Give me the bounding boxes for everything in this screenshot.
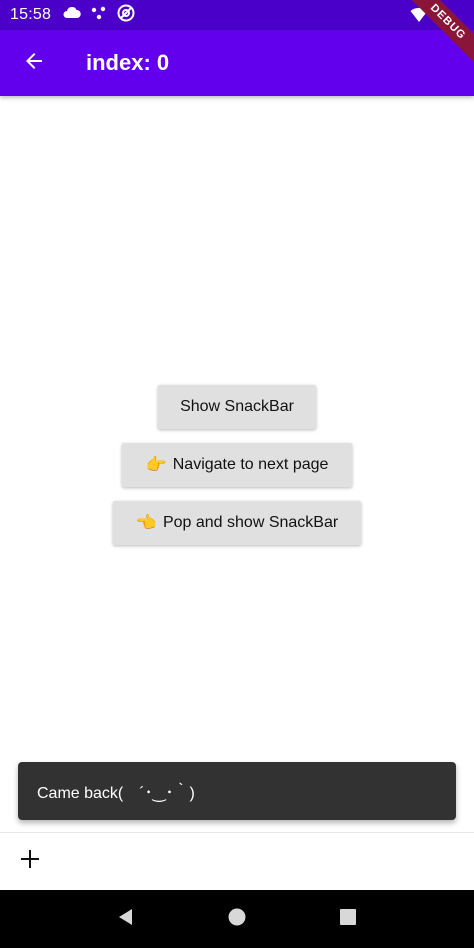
arrow-left-icon — [22, 49, 46, 78]
home-circle-icon — [228, 908, 246, 931]
page-title: index: 0 — [86, 50, 170, 75]
nav-home-button[interactable] — [217, 899, 257, 939]
add-button[interactable] — [14, 846, 46, 878]
pop-and-show-snackbar-button[interactable]: 👈 Pop and show SnackBar — [113, 501, 361, 545]
back-triangle-icon — [117, 908, 135, 931]
show-snackbar-label: Show SnackBar — [180, 398, 294, 415]
navigate-next-page-label: Navigate to next page — [172, 456, 329, 473]
app-bar: index: 0 — [0, 30, 474, 96]
show-snackbar-button[interactable]: Show SnackBar — [158, 385, 316, 429]
snackbar-message: Came back( ´･‿･｀) — [37, 785, 195, 802]
nav-recents-button[interactable] — [328, 899, 368, 939]
system-navigation-bar — [0, 890, 474, 948]
status-bar: 15:58 — [0, 0, 474, 30]
recents-square-icon — [339, 908, 357, 931]
status-time: 15:58 — [10, 6, 52, 23]
at-sign-icon — [117, 4, 135, 27]
nav-back-button[interactable] — [106, 899, 146, 939]
status-notification-icons — [63, 4, 135, 27]
dots-icon — [91, 6, 107, 25]
back-button[interactable] — [10, 39, 58, 87]
app-screen: 15:58 DEBUG index: 0 Show SnackBar 👉 Nav… — [0, 0, 474, 948]
snackbar: Came back( ´･‿･｀) — [18, 762, 456, 820]
plus-icon — [20, 849, 40, 874]
pointing-right-icon: 👉 — [145, 455, 167, 474]
navigate-next-page-button[interactable]: 👉 Navigate to next page — [122, 443, 352, 487]
pointing-left-icon: 👈 — [135, 513, 157, 532]
bottom-bar — [0, 832, 474, 890]
cloud-icon — [63, 6, 81, 24]
pop-and-show-snackbar-label: Pop and show SnackBar — [162, 514, 339, 531]
